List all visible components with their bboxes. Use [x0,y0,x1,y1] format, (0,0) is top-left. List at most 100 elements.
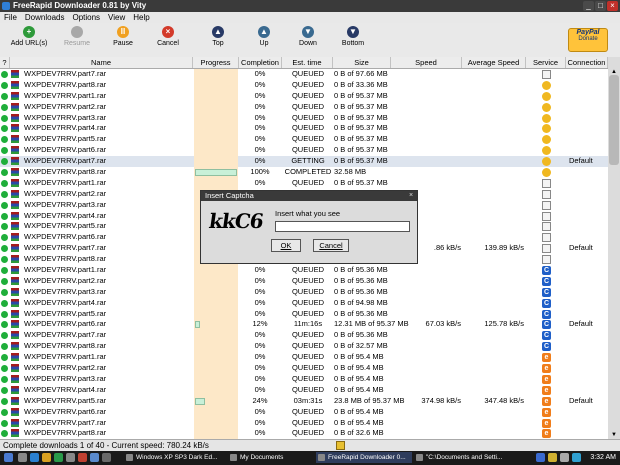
tray-icon[interactable] [548,453,557,462]
top-button[interactable]: ▲ Top [193,26,243,47]
table-row[interactable]: WXPDEV7RRV.part3.rar 0% QUEUED 0 B of 95.37… [0,112,608,124]
status-ok-icon [1,375,8,383]
speed-value [392,287,461,298]
table-row[interactable]: WXPDEV7RRV.part4.rar 0% QUEUED 0 B of 95.37… [0,123,608,135]
table-header: ? Name Progress Completion Est. time Siz… [0,57,608,69]
table-row[interactable]: WXPDEV7RRV.part2.rar 0% QUEUED 0 B of 95.4 … [0,363,608,374]
table-row[interactable]: WXPDEV7RRV.part5.rar 0% QUEUED 0 B of 95.36… [0,308,608,320]
column-header-progress[interactable]: Progress [193,57,239,68]
est-time-value: QUEUED [291,275,325,285]
close-icon[interactable]: × [407,192,415,200]
clipboard-monitor-icon[interactable] [336,441,345,450]
column-header-size[interactable]: Size [333,57,391,68]
tray-icon[interactable] [536,453,545,462]
status-ok-icon [1,408,8,416]
service-cell: e [541,352,555,363]
bottom-button[interactable]: ▼ Bottom [328,26,378,47]
menu-options[interactable]: Options [72,12,100,23]
speed-value [392,298,461,309]
column-header-speed[interactable]: Speed [391,57,462,68]
folder-quick-launch-icon[interactable] [42,453,51,462]
table-row[interactable]: WXPDEV7RRV.part8.rar 0% QUEUED 0 B of 32.57… [0,341,608,353]
average-speed-value [464,221,524,232]
table-row[interactable]: WXPDEV7RRV.part7.rar 0% GETTING 0 B of 95.3… [0,156,608,168]
rar-file-icon [11,255,19,264]
table-row[interactable]: WXPDEV7RRV.part8.rar 100% COMPLETED 32.58 M… [0,167,608,178]
quick-launch-icon[interactable] [102,453,111,462]
speed-value: 67.03 kB/s [425,319,461,329]
minimize-button[interactable]: _ [583,1,594,11]
paypal-donate-button[interactable]: PayPal Donate [568,28,608,52]
table-row[interactable]: WXPDEV7RRV.part2.rar 0% QUEUED 0 B of 95.37… [0,101,608,113]
menu-help[interactable]: Help [133,12,149,23]
maximize-button[interactable]: □ [595,1,606,11]
menu-view[interactable]: View [108,12,125,23]
scroll-down-icon[interactable]: ▼ [609,432,619,438]
column-header-help[interactable]: ? [0,57,10,68]
table-row[interactable]: WXPDEV7RRV.part7.rar 0% QUEUED 0 B of 95.4 … [0,417,608,429]
quick-launch-icon[interactable] [78,453,87,462]
down-button[interactable]: ▼ Down [283,26,333,47]
table-row[interactable]: WXPDEV7RRV.part2.rar 0% QUEUED 0 B of 95.36… [0,275,608,287]
column-header-completion[interactable]: Completion [239,57,282,68]
taskbar-item[interactable]: "C:\Documents and Setti... [414,452,514,463]
table-row[interactable]: WXPDEV7RRV.part3.rar 0% QUEUED 0 B of 95.36… [0,286,608,298]
table-row[interactable]: WXPDEV7RRV.part8.rar 0% QUEUED 0 B of 33.36… [0,79,608,91]
vertical-scrollbar[interactable]: ▲ ▼ [608,57,620,439]
table-row[interactable]: WXPDEV7RRV.part1.rar 0% QUEUED 0 B of 95.4 … [0,352,608,364]
menu-downloads[interactable]: Downloads [25,12,65,23]
cancel-button[interactable]: Cancel [313,239,349,252]
progress-cell [194,352,238,364]
add-urls-button[interactable]: + Add URL(s) [4,26,54,47]
network-icon[interactable] [572,453,581,462]
table-row[interactable]: WXPDEV7RRV.part6.rar 0% QUEUED 0 B of 95.37… [0,145,608,157]
table-row[interactable]: WXPDEV7RRV.part7.rar 0% QUEUED 0 B of 97.66… [0,69,608,80]
table-row[interactable]: WXPDEV7RRV.part5.rar 24% 03m:31s 23.8 MB of… [0,395,608,407]
table-row[interactable]: WXPDEV7RRV.part1.rar 0% QUEUED 0 B of 95.36… [0,265,608,276]
column-header-connection[interactable]: Connection [566,57,608,68]
media-quick-launch-icon[interactable] [54,453,63,462]
table-row[interactable]: WXPDEV7RRV.part8.rar 0% QUEUED 0 B of 32.6 … [0,428,608,439]
browser-quick-launch-icon[interactable] [30,453,39,462]
progress-cell [194,90,238,102]
table-row[interactable]: WXPDEV7RRV.part1.rar 0% QUEUED 0 B of 95.37… [0,90,608,102]
column-header-service[interactable]: Service [526,57,566,68]
status-ok-icon [1,234,8,242]
taskbar-item[interactable]: Windows XP SP3 Dark Ed... [124,452,226,463]
resume-label: Resume [63,40,91,47]
table-row[interactable]: WXPDEV7RRV.part7.rar 0% QUEUED 0 B of 95.36… [0,330,608,342]
close-button[interactable]: × [607,1,618,11]
progress-cell [194,308,238,320]
connection-value [569,265,607,276]
column-header-est-time[interactable]: Est. time [282,57,333,68]
menu-file[interactable]: File [4,12,17,23]
table-row[interactable]: WXPDEV7RRV.part5.rar 0% QUEUED 0 B of 95.37… [0,134,608,146]
table-row[interactable]: WXPDEV7RRV.part6.rar 0% QUEUED 0 B of 95.4 … [0,406,608,418]
start-orb-icon[interactable] [4,453,13,462]
cancel-button[interactable]: × Cancel [143,26,193,47]
volume-icon[interactable] [560,453,569,462]
average-speed-value [464,309,524,320]
column-header-name[interactable]: Name [10,57,193,68]
pause-button[interactable]: II Pause [98,26,148,47]
ok-button[interactable]: OK [271,239,301,252]
taskbar-item[interactable]: My Documents [228,452,314,463]
quick-launch-icon[interactable] [66,453,75,462]
table-row[interactable]: WXPDEV7RRV.part1.rar 0% QUEUED 0 B of 95.37… [0,177,608,189]
captcha-input[interactable] [275,221,410,232]
column-header-average-speed[interactable]: Average Speed [462,57,526,68]
service-mu-icon [542,168,551,178]
quick-launch-icon[interactable] [90,453,99,462]
resume-button[interactable]: Resume [52,26,102,47]
show-desktop-icon[interactable] [18,453,27,462]
table-row[interactable]: WXPDEV7RRV.part3.rar 0% QUEUED 0 B of 95.4 … [0,373,608,385]
speed-value [392,80,461,91]
table-row[interactable]: WXPDEV7RRV.part4.rar 0% QUEUED 0 B of 95.4 … [0,384,608,396]
up-button[interactable]: ▲ Up [239,26,289,47]
table-row[interactable]: WXPDEV7RRV.part6.rar 12% 11m:16s 12.31 MB o… [0,319,608,331]
scroll-thumb[interactable] [609,75,619,165]
status-ok-icon [1,169,8,177]
status-ok-icon [1,365,8,373]
taskbar-item-active[interactable]: FreeRapid Downloader 0... [316,452,412,463]
table-row[interactable]: WXPDEV7RRV.part4.rar 0% QUEUED 0 B of 94.98… [0,297,608,309]
